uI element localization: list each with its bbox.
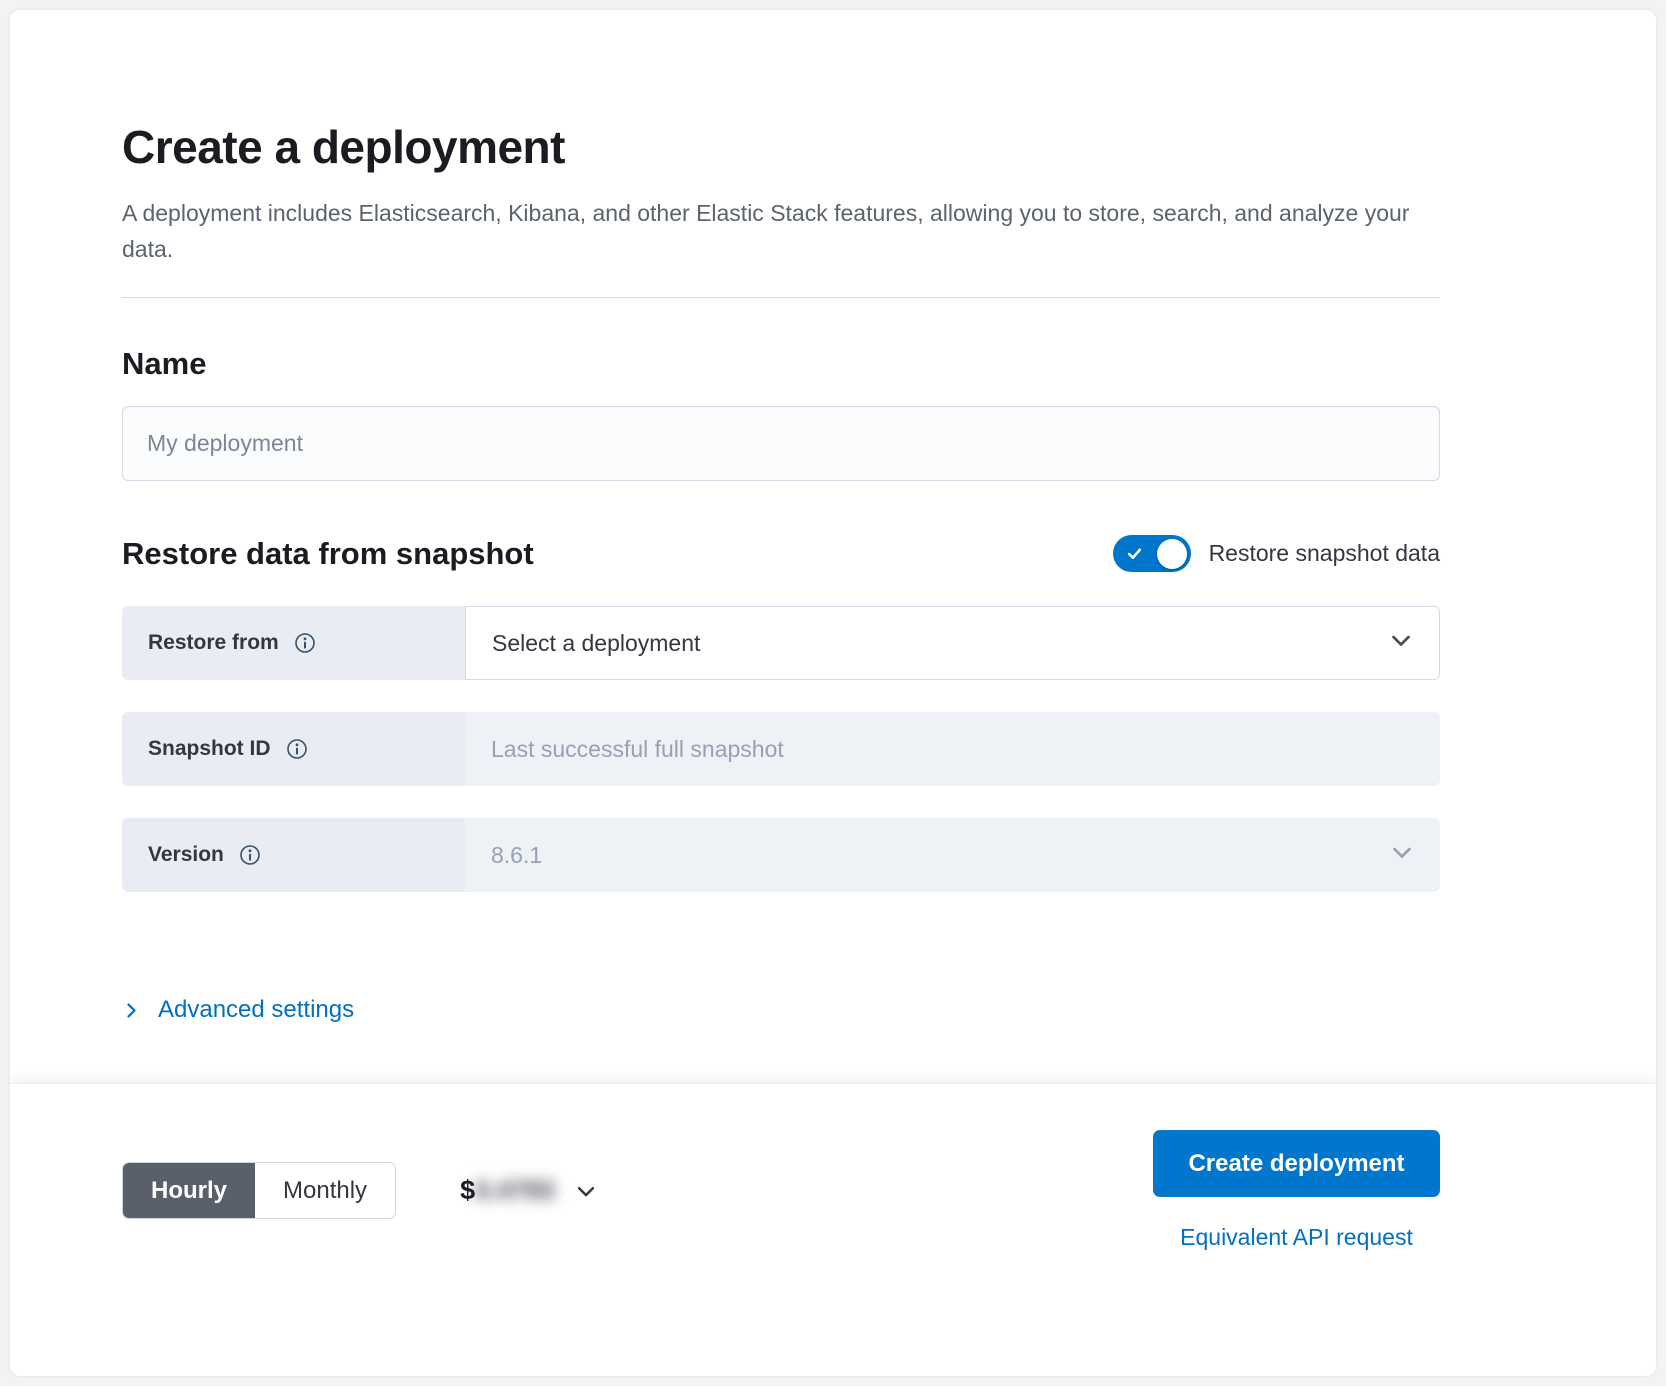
price-display: $ 0.4793 (460, 1175, 597, 1206)
billing-interval-group: Hourly Monthly (122, 1162, 396, 1219)
snapshot-section-heading: Restore data from snapshot (122, 536, 534, 572)
chevron-down-icon[interactable] (575, 1180, 597, 1202)
version-label: Version (148, 843, 224, 867)
snapshot-id-label-cell: Snapshot ID (122, 712, 465, 786)
create-deployment-button[interactable]: Create deployment (1153, 1130, 1440, 1197)
form-row-snapshot-id: Snapshot ID Last successful full snapsho… (122, 712, 1440, 786)
form-row-version: Version 8.6.1 (122, 818, 1440, 892)
restore-from-label: Restore from (148, 631, 279, 655)
version-label-cell: Version (122, 818, 465, 892)
restore-snapshot-toggle[interactable] (1113, 535, 1191, 572)
equivalent-api-request-link[interactable]: Equivalent API request (1180, 1224, 1413, 1251)
footer-bar: Hourly Monthly $ 0.4793 Create deploymen… (10, 1084, 1656, 1376)
version-select-value: 8.6.1 (491, 842, 542, 869)
main-content: Create a deployment A deployment include… (10, 10, 1656, 1084)
info-icon[interactable] (239, 844, 261, 866)
footer-row: Hourly Monthly $ 0.4793 Create deploymen… (122, 1130, 1440, 1251)
restore-from-label-cell: Restore from (122, 606, 465, 680)
restore-snapshot-toggle-wrap: Restore snapshot data (1113, 535, 1440, 572)
page-subtitle: A deployment includes Elasticsearch, Kib… (122, 196, 1412, 267)
create-deployment-card: Create a deployment A deployment include… (10, 10, 1656, 1376)
divider (122, 297, 1440, 298)
snapshot-section-header: Restore data from snapshot Restore snaps… (122, 535, 1440, 572)
currency-symbol: $ (460, 1175, 475, 1206)
deployment-name-input[interactable] (122, 406, 1440, 481)
chevron-right-icon (122, 1001, 141, 1020)
form-row-restore-from: Restore from Select a deployment (122, 606, 1440, 680)
page-title: Create a deployment (122, 120, 1440, 174)
advanced-settings-link[interactable]: Advanced settings (122, 996, 354, 1024)
snapshot-id-label: Snapshot ID (148, 737, 271, 761)
info-icon[interactable] (286, 738, 308, 760)
monthly-button[interactable]: Monthly (255, 1163, 395, 1218)
snapshot-form-rows: Restore from Select a deployment Snapsho… (122, 606, 1440, 892)
chevron-down-icon (1389, 628, 1413, 658)
hourly-button[interactable]: Hourly (123, 1163, 255, 1218)
restore-from-select[interactable]: Select a deployment (465, 606, 1440, 680)
info-icon[interactable] (294, 632, 316, 654)
check-icon (1126, 545, 1143, 567)
name-section-heading: Name (122, 346, 1440, 382)
restore-from-select-value: Select a deployment (492, 630, 700, 657)
chevron-down-icon (1390, 840, 1414, 870)
toggle-label: Restore snapshot data (1209, 540, 1440, 567)
footer-actions: Create deployment Equivalent API request (1153, 1130, 1440, 1251)
version-select: 8.6.1 (465, 818, 1440, 892)
advanced-settings-label: Advanced settings (158, 996, 354, 1024)
toggle-knob (1157, 539, 1187, 569)
snapshot-id-placeholder: Last successful full snapshot (491, 736, 784, 763)
snapshot-id-input: Last successful full snapshot (465, 712, 1440, 786)
price-value-blurred: 0.4793 (475, 1175, 555, 1206)
